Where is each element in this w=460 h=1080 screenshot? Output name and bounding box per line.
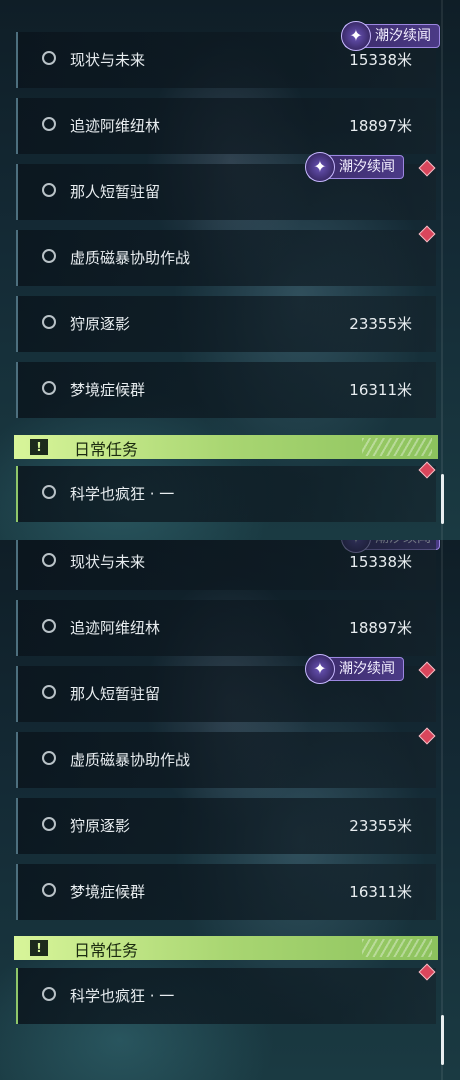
quest-list-panel: ✦ 潮汐续闻 现状与未来 15338米 追迹阿维纽林 18897米 那人短暂驻留… [0, 540, 460, 1080]
daily-quest-header[interactable]: ! 日常任务 [14, 936, 438, 960]
tidal-story-tag: ✦ 潮汐续闻 [305, 152, 404, 182]
quest-distance: 23355米 [349, 817, 412, 835]
quest-item[interactable]: 狩原逐影 23355米 [16, 296, 436, 352]
empty-circle-icon [42, 485, 56, 499]
exclamation-icon: ! [30, 940, 48, 956]
quest-name: 科学也疯狂 · 一 [70, 485, 175, 503]
quest-name: 追迹阿维纽林 [70, 117, 161, 135]
empty-circle-icon [42, 883, 56, 897]
quest-name: 梦境症候群 [70, 381, 146, 399]
empty-circle-icon [42, 817, 56, 831]
quest-item[interactable]: 虚质磁暴协助作战 [16, 732, 436, 788]
quest-distance: 16311米 [349, 381, 412, 399]
empty-circle-icon [42, 685, 56, 699]
daily-quest-header[interactable]: ! 日常任务 [14, 435, 438, 459]
scroll-track [441, 540, 443, 1080]
tidal-story-icon: ✦ [341, 21, 371, 51]
quest-name: 追迹阿维纽林 [70, 619, 161, 637]
tag-label: 潮汐续闻 [339, 661, 395, 677]
empty-circle-icon [42, 751, 56, 765]
quest-name: 那人短暂驻留 [70, 183, 161, 201]
quest-item[interactable]: 梦境症候群 16311米 [16, 362, 436, 418]
tag-label: 潮汐续闻 [375, 28, 431, 44]
quest-name: 狩原逐影 [70, 315, 131, 333]
quest-item[interactable]: 虚质磁暴协助作战 [16, 230, 436, 286]
quest-item[interactable]: 追迹阿维纽林 18897米 [16, 98, 436, 154]
quest-name: 现状与未来 [70, 553, 146, 571]
section-title: 日常任务 [74, 440, 139, 459]
empty-circle-icon [42, 117, 56, 131]
quest-distance: 15338米 [349, 51, 412, 69]
empty-circle-icon [42, 249, 56, 263]
tidal-story-icon: ✦ [305, 654, 335, 684]
quest-name: 科学也疯狂 · 一 [70, 987, 175, 1005]
quest-distance: 18897米 [349, 619, 412, 637]
scrollbar-thumb[interactable] [441, 1015, 444, 1065]
section-title: 日常任务 [74, 941, 139, 960]
empty-circle-icon [42, 51, 56, 65]
scroll-track [441, 0, 443, 540]
quest-item[interactable]: 科学也疯狂 · 一 [16, 466, 436, 522]
quest-list-panel: 现状与未来 15338米 ✦ 潮汐续闻 追迹阿维纽林 18897米 那人短暂驻留… [0, 0, 460, 540]
empty-circle-icon [42, 183, 56, 197]
quest-distance: 23355米 [349, 315, 412, 333]
quest-name: 虚质磁暴协助作战 [70, 249, 191, 267]
scrollbar-thumb[interactable] [441, 474, 444, 524]
quest-item[interactable]: 狩原逐影 23355米 [16, 798, 436, 854]
exclamation-icon: ! [30, 439, 48, 455]
quest-distance: 16311米 [349, 883, 412, 901]
quest-item[interactable]: 科学也疯狂 · 一 [16, 968, 436, 1024]
quest-distance: 18897米 [349, 117, 412, 135]
quest-name: 现状与未来 [70, 51, 146, 69]
empty-circle-icon [42, 619, 56, 633]
empty-circle-icon [42, 381, 56, 395]
quest-name: 狩原逐影 [70, 817, 131, 835]
quest-distance: 15338米 [349, 553, 412, 571]
tidal-story-tag: ✦ 潮汐续闻 [305, 654, 404, 684]
header-decoration [362, 939, 432, 957]
empty-circle-icon [42, 553, 56, 567]
empty-circle-icon [42, 987, 56, 1001]
quest-name: 梦境症候群 [70, 883, 146, 901]
header-decoration [362, 438, 432, 456]
quest-name: 那人短暂驻留 [70, 685, 161, 703]
quest-item[interactable]: 现状与未来 15338米 [16, 540, 436, 590]
tag-label: 潮汐续闻 [339, 159, 395, 175]
tidal-story-tag: ✦ 潮汐续闻 [341, 21, 440, 51]
empty-circle-icon [42, 315, 56, 329]
tidal-story-icon: ✦ [305, 152, 335, 182]
quest-name: 虚质磁暴协助作战 [70, 751, 191, 769]
quest-item[interactable]: 梦境症候群 16311米 [16, 864, 436, 920]
quest-item[interactable]: 追迹阿维纽林 18897米 [16, 600, 436, 656]
